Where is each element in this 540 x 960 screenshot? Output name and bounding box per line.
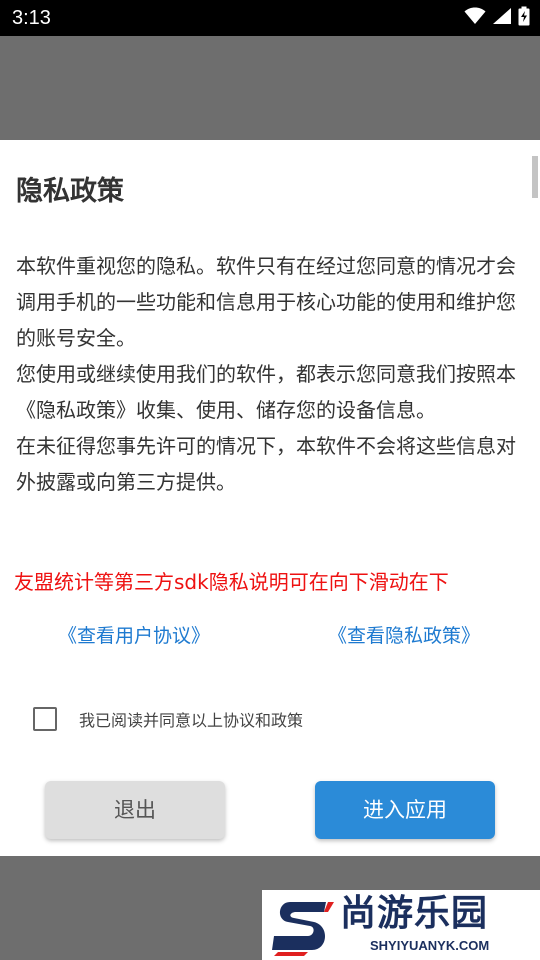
battery-charging-icon [518,6,530,30]
user-agreement-link[interactable]: 《查看用户协议》 [58,618,210,654]
watermark-name: 尚游乐园 [340,893,489,934]
cellular-signal-icon [492,7,512,29]
watermark-domain: SHYIYUANYK.COM [370,938,490,953]
status-bar: 3:13 [0,0,540,36]
policy-paragraph: 您使用或继续使用我们的软件，都表示您同意我们按照本《隐私政策》收集、使用、储存您… [16,362,516,422]
sdk-notice: 友盟统计等第三方sdk隐私说明可在向下滑动在下 [14,570,449,594]
enter-app-button[interactable]: 进入应用 [315,781,495,839]
screen: 3:13 隐私政策 本软件重视您的隐私。软件只有在经过您同意的情况才会调用手机的… [0,0,540,960]
agree-label[interactable]: 我已阅读并同意以上协议和政策 [79,707,303,731]
wifi-icon [464,7,486,29]
status-icons [464,6,530,30]
scrollbar-thumb[interactable] [532,156,538,198]
exit-button[interactable]: 退出 [45,781,225,839]
dialog-title: 隐私政策 [16,176,124,207]
agree-checkbox[interactable] [33,707,57,731]
privacy-policy-link[interactable]: 《查看隐私政策》 [328,618,480,654]
watermark-logo-icon [268,896,336,960]
agree-row[interactable]: 我已阅读并同意以上协议和政策 [33,705,303,733]
policy-text: 本软件重视您的隐私。软件只有在经过您同意的情况才会调用手机的一些功能和信息用于核… [16,248,524,500]
policy-paragraph: 在未征得您事先许可的情况下，本软件不会将这些信息对外披露或向第三方提供。 [16,434,516,494]
watermark: 尚游乐园 SHYIYUANYK.COM [262,890,540,960]
privacy-dialog: 隐私政策 本软件重视您的隐私。软件只有在经过您同意的情况才会调用手机的一些功能和… [0,140,540,856]
policy-paragraph: 本软件重视您的隐私。软件只有在经过您同意的情况才会调用手机的一些功能和信息用于核… [16,254,516,350]
status-time: 3:13 [12,7,51,29]
